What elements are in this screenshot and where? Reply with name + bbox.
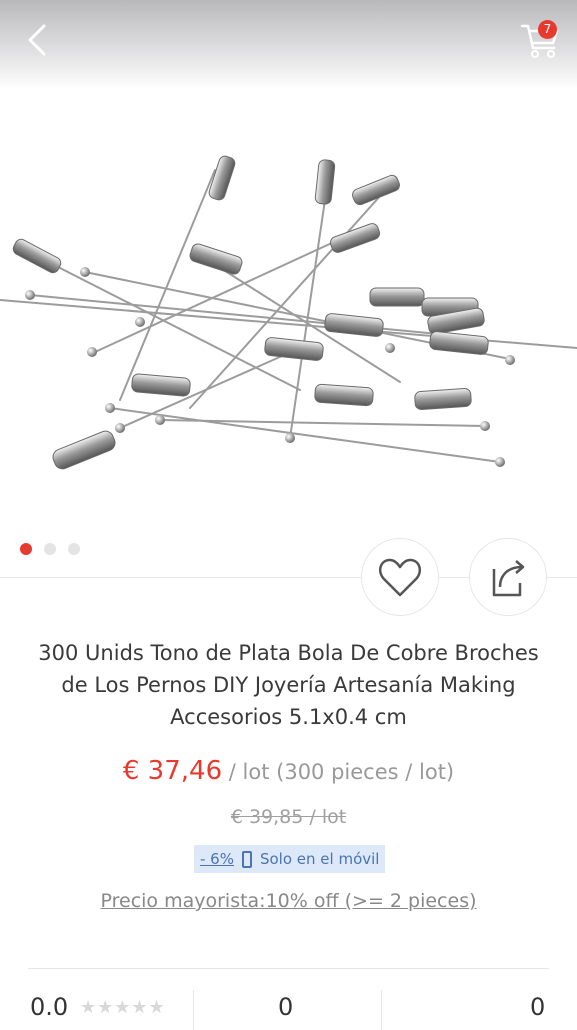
product-title: 300 Unids Tono de Plata Bola De Cobre Br… (38, 641, 539, 729)
wholesale-price-link[interactable]: Precio mayorista:10% off (>= 2 pieces) (0, 890, 577, 912)
price-row: € 37,46 / lot (300 pieces / lot) (0, 756, 577, 786)
mobile-phone-icon (241, 850, 252, 868)
share-icon (492, 560, 525, 597)
original-price: € 39,85 / lot (230, 806, 347, 828)
product-stats: 0.0 ★★★★★ 0 0 (0, 990, 577, 1030)
pagination-dot-active[interactable] (20, 543, 32, 555)
rating-stars: ★★★★★ (80, 997, 166, 1018)
back-button[interactable] (18, 20, 58, 60)
current-price: € 37,46 (122, 756, 223, 786)
favorite-button[interactable] (361, 538, 439, 616)
product-image[interactable] (0, 90, 577, 520)
stat-separator (193, 990, 194, 1030)
share-button[interactable] (469, 538, 547, 616)
image-pagination[interactable] (20, 543, 80, 555)
top-bar: 7 (0, 0, 577, 90)
mobile-discount-badge[interactable]: - 6% Solo en el móvil (194, 845, 386, 873)
brooch-pins-image (0, 155, 577, 470)
price-unit: / lot (300 pieces / lot) (222, 760, 455, 784)
mobile-only-label: Solo en el móvil (259, 850, 380, 868)
chevron-left-icon (28, 24, 46, 56)
orders-count: 0 (278, 993, 294, 1021)
stat-separator (381, 990, 382, 1030)
discount-label: - 6% (200, 850, 234, 868)
pagination-dot[interactable] (68, 543, 80, 555)
divider (28, 968, 549, 969)
cart-count-badge: 7 (538, 20, 557, 39)
heart-icon (378, 558, 422, 597)
pagination-dot[interactable] (44, 543, 56, 555)
rating-value: 0.0 (30, 993, 69, 1021)
wishlist-count: 0 (530, 993, 546, 1021)
